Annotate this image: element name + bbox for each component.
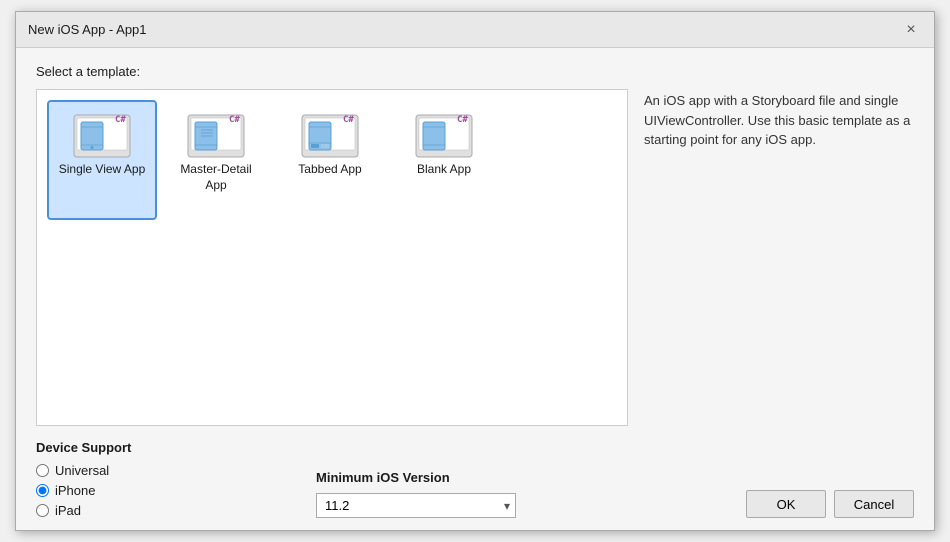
master-detail-icon: C#	[187, 110, 245, 162]
ios-version-select[interactable]: 8.0 9.0 10.0 11.0 11.1 11.2 11.3 11.4 12…	[316, 493, 516, 518]
main-content: C# Single View App C#	[36, 89, 914, 426]
dialog-body: Select a template: C#	[16, 48, 934, 530]
radio-iphone[interactable]: iPhone	[36, 483, 316, 498]
tabbed-app-icon: C#	[301, 110, 359, 162]
svg-text:C#: C#	[457, 115, 468, 125]
min-ios-section: Minimum iOS Version 8.0 9.0 10.0 11.0 11…	[316, 470, 746, 518]
radio-group: Universal iPhone iPad	[36, 463, 316, 518]
svg-text:C#: C#	[343, 115, 354, 125]
radio-iphone-label: iPhone	[55, 483, 95, 498]
dialog-title: New iOS App - App1	[28, 22, 147, 37]
close-button[interactable]: ×	[900, 19, 922, 41]
radio-universal-label: Universal	[55, 463, 109, 478]
template-single-view-label: Single View App	[59, 162, 146, 178]
ok-button[interactable]: OK	[746, 490, 826, 518]
radio-universal[interactable]: Universal	[36, 463, 316, 478]
select-template-label: Select a template:	[36, 64, 914, 79]
template-master-detail-label: Master-Detail App	[169, 162, 263, 193]
title-bar: New iOS App - App1 ×	[16, 12, 934, 48]
description-panel: An iOS app with a Storyboard file and si…	[644, 89, 914, 426]
template-tabbed[interactable]: C# Tabbed App	[275, 100, 385, 220]
min-ios-label: Minimum iOS Version	[316, 470, 746, 485]
template-tabbed-label: Tabbed App	[298, 162, 361, 178]
blank-app-icon: C#	[415, 110, 473, 162]
svg-text:C#: C#	[229, 115, 240, 125]
radio-ipad[interactable]: iPad	[36, 503, 316, 518]
radio-ipad-label: iPad	[55, 503, 81, 518]
device-support-label: Device Support	[36, 440, 316, 455]
template-description: An iOS app with a Storyboard file and si…	[644, 93, 910, 147]
template-panel: C# Single View App C#	[36, 89, 628, 426]
ios-version-select-wrapper: 8.0 9.0 10.0 11.0 11.1 11.2 11.3 11.4 12…	[316, 493, 516, 518]
bottom-section: Device Support Universal iPhone iPad	[36, 426, 914, 518]
device-support: Device Support Universal iPhone iPad	[36, 440, 316, 518]
button-row: OK Cancel	[746, 490, 914, 518]
template-blank[interactable]: C# Blank App	[389, 100, 499, 220]
svg-text:C#: C#	[115, 115, 126, 125]
new-ios-app-dialog: New iOS App - App1 × Select a template: …	[15, 11, 935, 531]
template-master-detail[interactable]: C# Master-Detail App	[161, 100, 271, 220]
template-blank-label: Blank App	[417, 162, 471, 178]
cancel-button[interactable]: Cancel	[834, 490, 914, 518]
template-single-view[interactable]: C# Single View App	[47, 100, 157, 220]
single-view-icon: C#	[73, 110, 131, 162]
